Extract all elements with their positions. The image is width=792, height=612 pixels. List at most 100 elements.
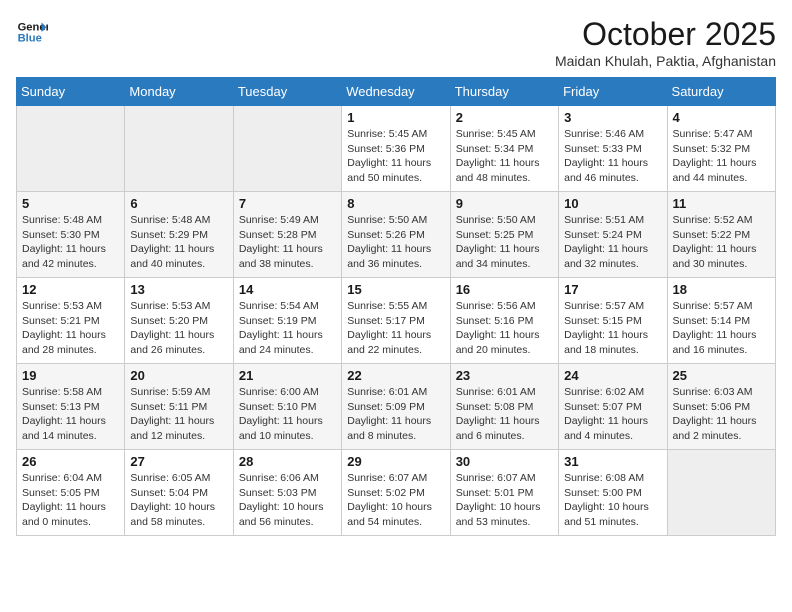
day-info: Sunrise: 6:01 AMSunset: 5:08 PMDaylight:… bbox=[456, 385, 553, 444]
page-header: General Blue October 2025 Maidan Khulah,… bbox=[16, 16, 776, 69]
day-info: Sunrise: 5:51 AMSunset: 5:24 PMDaylight:… bbox=[564, 213, 661, 272]
weekday-header-row: SundayMondayTuesdayWednesdayThursdayFrid… bbox=[17, 78, 776, 106]
day-info: Sunrise: 6:02 AMSunset: 5:07 PMDaylight:… bbox=[564, 385, 661, 444]
day-number: 27 bbox=[130, 454, 227, 469]
calendar-cell: 2 Sunrise: 5:45 AMSunset: 5:34 PMDaylight… bbox=[450, 106, 558, 192]
day-info: Sunrise: 5:59 AMSunset: 5:11 PMDaylight:… bbox=[130, 385, 227, 444]
day-info: Sunrise: 5:50 AMSunset: 5:26 PMDaylight:… bbox=[347, 213, 444, 272]
calendar-cell: 9 Sunrise: 5:50 AMSunset: 5:25 PMDaylight… bbox=[450, 192, 558, 278]
day-info: Sunrise: 5:53 AMSunset: 5:21 PMDaylight:… bbox=[22, 299, 119, 358]
day-number: 15 bbox=[347, 282, 444, 297]
day-number: 10 bbox=[564, 196, 661, 211]
svg-text:Blue: Blue bbox=[18, 33, 42, 45]
day-info: Sunrise: 5:55 AMSunset: 5:17 PMDaylight:… bbox=[347, 299, 444, 358]
calendar-title: October 2025 bbox=[555, 16, 776, 53]
day-number: 30 bbox=[456, 454, 553, 469]
day-info: Sunrise: 6:01 AMSunset: 5:09 PMDaylight:… bbox=[347, 385, 444, 444]
day-info: Sunrise: 5:52 AMSunset: 5:22 PMDaylight:… bbox=[673, 213, 770, 272]
day-info: Sunrise: 6:08 AMSunset: 5:00 PMDaylight:… bbox=[564, 471, 661, 530]
day-number: 20 bbox=[130, 368, 227, 383]
calendar-cell: 1 Sunrise: 5:45 AMSunset: 5:36 PMDaylight… bbox=[342, 106, 450, 192]
calendar-cell: 14 Sunrise: 5:54 AMSunset: 5:19 PMDayligh… bbox=[233, 278, 341, 364]
calendar-cell bbox=[17, 106, 125, 192]
day-info: Sunrise: 5:50 AMSunset: 5:25 PMDaylight:… bbox=[456, 213, 553, 272]
day-number: 22 bbox=[347, 368, 444, 383]
calendar-cell: 18Sunrise: 5:57 AMSunset: 5:14 PMDayligh… bbox=[667, 278, 775, 364]
calendar-cell: 4Sunrise: 5:47 AMSunset: 5:32 PMDaylight… bbox=[667, 106, 775, 192]
day-number: 2 bbox=[456, 110, 553, 125]
title-block: October 2025 Maidan Khulah, Paktia, Afgh… bbox=[555, 16, 776, 69]
calendar-cell: 11Sunrise: 5:52 AMSunset: 5:22 PMDayligh… bbox=[667, 192, 775, 278]
calendar-week-4: 19 Sunrise: 5:58 AMSunset: 5:13 PMDayligh… bbox=[17, 364, 776, 450]
day-number: 5 bbox=[22, 196, 119, 211]
day-number: 29 bbox=[347, 454, 444, 469]
calendar-cell: 15 Sunrise: 5:55 AMSunset: 5:17 PMDayligh… bbox=[342, 278, 450, 364]
calendar-cell: 26Sunrise: 6:04 AMSunset: 5:05 PMDayligh… bbox=[17, 450, 125, 536]
day-number: 16 bbox=[456, 282, 553, 297]
day-info: Sunrise: 6:00 AMSunset: 5:10 PMDaylight:… bbox=[239, 385, 336, 444]
day-number: 1 bbox=[347, 110, 444, 125]
day-number: 24 bbox=[564, 368, 661, 383]
day-info: Sunrise: 6:05 AMSunset: 5:04 PMDaylight:… bbox=[130, 471, 227, 530]
calendar-cell: 5Sunrise: 5:48 AMSunset: 5:30 PMDaylight… bbox=[17, 192, 125, 278]
day-number: 12 bbox=[22, 282, 119, 297]
calendar-cell: 30 Sunrise: 6:07 AMSunset: 5:01 PMDayligh… bbox=[450, 450, 558, 536]
calendar-cell: 22 Sunrise: 6:01 AMSunset: 5:09 PMDayligh… bbox=[342, 364, 450, 450]
day-number: 9 bbox=[456, 196, 553, 211]
calendar-subtitle: Maidan Khulah, Paktia, Afghanistan bbox=[555, 53, 776, 69]
day-info: Sunrise: 5:56 AMSunset: 5:16 PMDaylight:… bbox=[456, 299, 553, 358]
calendar-cell: 25 Sunrise: 6:03 AMSunset: 5:06 PMDayligh… bbox=[667, 364, 775, 450]
calendar-cell: 6Sunrise: 5:48 AMSunset: 5:29 PMDaylight… bbox=[125, 192, 233, 278]
logo-icon: General Blue bbox=[16, 16, 48, 48]
day-info: Sunrise: 6:07 AMSunset: 5:01 PMDaylight:… bbox=[456, 471, 553, 530]
day-info: Sunrise: 5:57 AMSunset: 5:15 PMDaylight:… bbox=[564, 299, 661, 358]
calendar-cell: 23 Sunrise: 6:01 AMSunset: 5:08 PMDayligh… bbox=[450, 364, 558, 450]
calendar-cell: 8 Sunrise: 5:50 AMSunset: 5:26 PMDaylight… bbox=[342, 192, 450, 278]
day-number: 3 bbox=[564, 110, 661, 125]
calendar-cell bbox=[233, 106, 341, 192]
calendar-cell: 16 Sunrise: 5:56 AMSunset: 5:16 PMDayligh… bbox=[450, 278, 558, 364]
day-number: 23 bbox=[456, 368, 553, 383]
weekday-header-saturday: Saturday bbox=[667, 78, 775, 106]
day-info: Sunrise: 5:58 AMSunset: 5:13 PMDaylight:… bbox=[22, 385, 119, 444]
day-number: 17 bbox=[564, 282, 661, 297]
logo: General Blue bbox=[16, 16, 48, 48]
calendar-cell: 13Sunrise: 5:53 AMSunset: 5:20 PMDayligh… bbox=[125, 278, 233, 364]
calendar-cell bbox=[667, 450, 775, 536]
day-number: 8 bbox=[347, 196, 444, 211]
calendar-cell: 20 Sunrise: 5:59 AMSunset: 5:11 PMDayligh… bbox=[125, 364, 233, 450]
calendar-cell: 29Sunrise: 6:07 AMSunset: 5:02 PMDayligh… bbox=[342, 450, 450, 536]
calendar-cell: 3 Sunrise: 5:46 AMSunset: 5:33 PMDaylight… bbox=[559, 106, 667, 192]
day-number: 31 bbox=[564, 454, 661, 469]
day-info: Sunrise: 5:45 AMSunset: 5:34 PMDaylight:… bbox=[456, 127, 553, 186]
day-number: 18 bbox=[673, 282, 770, 297]
calendar-cell: 12 Sunrise: 5:53 AMSunset: 5:21 PMDayligh… bbox=[17, 278, 125, 364]
calendar-week-2: 5Sunrise: 5:48 AMSunset: 5:30 PMDaylight… bbox=[17, 192, 776, 278]
calendar-cell: 7 Sunrise: 5:49 AMSunset: 5:28 PMDaylight… bbox=[233, 192, 341, 278]
day-number: 21 bbox=[239, 368, 336, 383]
day-number: 28 bbox=[239, 454, 336, 469]
day-info: Sunrise: 5:46 AMSunset: 5:33 PMDaylight:… bbox=[564, 127, 661, 186]
calendar-week-1: 1 Sunrise: 5:45 AMSunset: 5:36 PMDaylight… bbox=[17, 106, 776, 192]
day-info: Sunrise: 5:54 AMSunset: 5:19 PMDaylight:… bbox=[239, 299, 336, 358]
day-info: Sunrise: 5:45 AMSunset: 5:36 PMDaylight:… bbox=[347, 127, 444, 186]
day-info: Sunrise: 6:03 AMSunset: 5:06 PMDaylight:… bbox=[673, 385, 770, 444]
weekday-header-thursday: Thursday bbox=[450, 78, 558, 106]
weekday-header-monday: Monday bbox=[125, 78, 233, 106]
calendar-week-3: 12 Sunrise: 5:53 AMSunset: 5:21 PMDayligh… bbox=[17, 278, 776, 364]
calendar-cell: 19 Sunrise: 5:58 AMSunset: 5:13 PMDayligh… bbox=[17, 364, 125, 450]
day-number: 14 bbox=[239, 282, 336, 297]
weekday-header-friday: Friday bbox=[559, 78, 667, 106]
calendar-cell bbox=[125, 106, 233, 192]
day-info: Sunrise: 6:04 AMSunset: 5:05 PMDaylight:… bbox=[22, 471, 119, 530]
day-number: 25 bbox=[673, 368, 770, 383]
day-number: 6 bbox=[130, 196, 227, 211]
day-number: 7 bbox=[239, 196, 336, 211]
calendar-cell: 10 Sunrise: 5:51 AMSunset: 5:24 PMDayligh… bbox=[559, 192, 667, 278]
day-number: 19 bbox=[22, 368, 119, 383]
day-number: 4 bbox=[673, 110, 770, 125]
day-number: 13 bbox=[130, 282, 227, 297]
day-info: Sunrise: 5:49 AMSunset: 5:28 PMDaylight:… bbox=[239, 213, 336, 272]
weekday-header-wednesday: Wednesday bbox=[342, 78, 450, 106]
weekday-header-tuesday: Tuesday bbox=[233, 78, 341, 106]
